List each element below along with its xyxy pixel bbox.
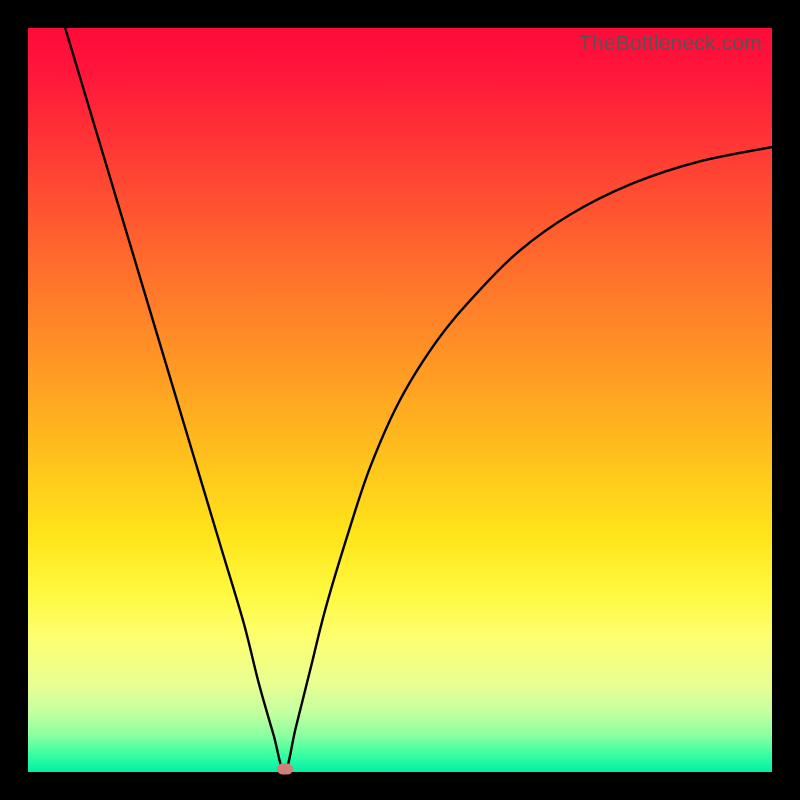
minimum-marker bbox=[277, 764, 293, 775]
plot-area: TheBottleneck.com bbox=[28, 28, 772, 772]
bottleneck-curve bbox=[28, 28, 772, 772]
chart-frame: TheBottleneck.com bbox=[0, 0, 800, 800]
curve-path bbox=[65, 28, 772, 772]
